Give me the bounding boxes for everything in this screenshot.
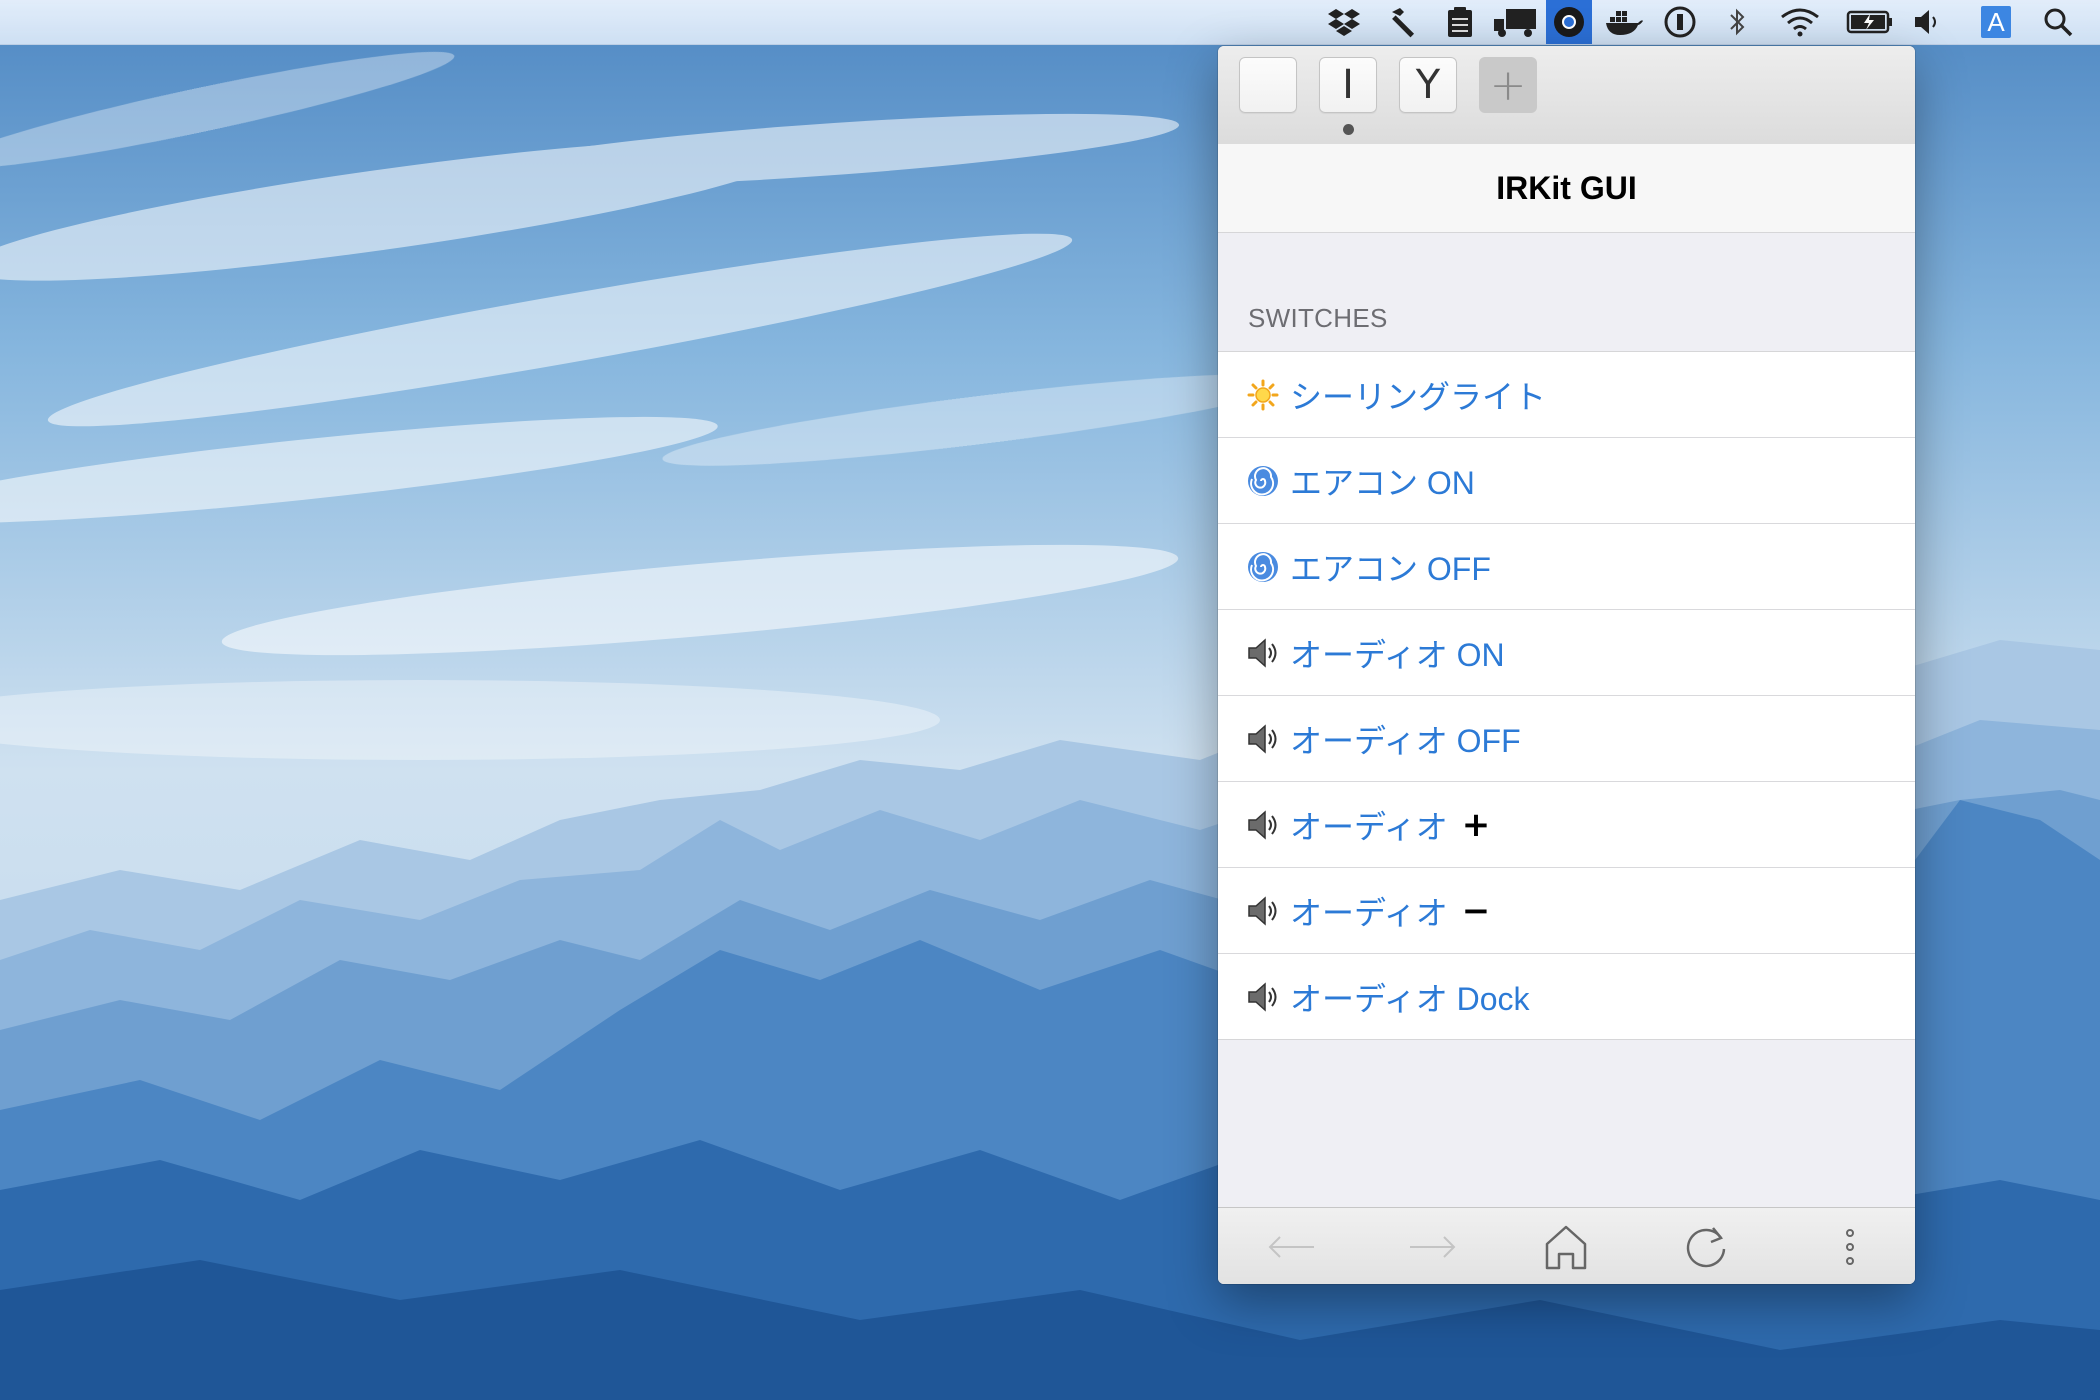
dropbox-icon[interactable] [1318, 4, 1370, 40]
speaker-icon [1246, 808, 1280, 842]
volume-icon[interactable] [1904, 4, 1956, 40]
switch-label: オーディオ OFF [1290, 722, 1521, 759]
wifi-icon[interactable] [1774, 4, 1826, 40]
switch-label: オーディオ ON [1290, 636, 1505, 673]
switch-label: オーディオ [1290, 808, 1448, 845]
back-arrow-icon[interactable] [1262, 1222, 1322, 1272]
onepassword-icon[interactable] [1654, 4, 1706, 40]
input-source-label: A [1981, 6, 2011, 38]
bottom-navigation-bar [1218, 1207, 1915, 1284]
add-tab-button[interactable]: + [1479, 57, 1537, 113]
sun-icon [1246, 378, 1280, 412]
minus-symbol: − [1461, 890, 1491, 931]
input-source-icon[interactable]: A [1970, 4, 2022, 40]
more-icon[interactable] [1820, 1222, 1880, 1272]
page-title: IRKit GUI [1218, 144, 1915, 233]
switch-item-audio-off[interactable]: オーディオ OFF [1218, 696, 1915, 782]
active-tab-indicator [1343, 124, 1354, 135]
irkit-popover-window: I Y + IRKit GUI SWITCHES シーリングライト エアコン O… [1218, 46, 1915, 1284]
cyclone-icon [1246, 464, 1280, 498]
spotlight-icon[interactable] [2032, 4, 2084, 40]
switch-item-audio-volume-up[interactable]: オーディオ + [1218, 782, 1915, 868]
speaker-icon [1246, 722, 1280, 756]
switch-item-audio-volume-down[interactable]: オーディオ − [1218, 868, 1915, 954]
tab-toolbar: I Y + [1218, 46, 1915, 145]
docker-icon[interactable] [1598, 4, 1650, 40]
switches-list: シーリングライト エアコン ON エアコン OFF オーディオ ON オーディオ… [1218, 351, 1915, 1040]
hammer-icon[interactable] [1378, 4, 1430, 40]
battery-icon[interactable] [1844, 4, 1896, 40]
speaker-icon [1246, 636, 1280, 670]
plus-symbol: + [1461, 804, 1491, 845]
tab-i[interactable]: I [1319, 57, 1377, 113]
section-header-switches: SWITCHES [1248, 303, 1388, 333]
switch-label: シーリングライト [1290, 378, 1547, 415]
switch-label: エアコン ON [1290, 464, 1475, 501]
switch-label: オーディオ [1290, 894, 1448, 931]
home-icon[interactable] [1536, 1222, 1596, 1272]
switch-item-ceiling-light[interactable]: シーリングライト [1218, 352, 1915, 438]
cyclone-icon [1246, 550, 1280, 584]
menu-bar: A [0, 0, 2100, 45]
truck-icon[interactable] [1490, 4, 1542, 40]
desktop-wallpaper: A I Y + IRKit GUI SWITCHES シーリングライト エアコン… [0, 0, 2100, 1400]
forward-arrow-icon[interactable] [1402, 1222, 1462, 1272]
chrome-icon[interactable] [1546, 0, 1592, 44]
tab-y[interactable]: Y [1399, 57, 1457, 113]
switch-item-aircon-off[interactable]: エアコン OFF [1218, 524, 1915, 610]
reload-icon[interactable] [1676, 1222, 1736, 1272]
speaker-icon [1246, 980, 1280, 1014]
clipboard-icon[interactable] [1434, 4, 1486, 40]
speaker-icon [1246, 894, 1280, 928]
switch-label: エアコン OFF [1290, 550, 1491, 587]
switch-item-audio-on[interactable]: オーディオ ON [1218, 610, 1915, 696]
tab-blank[interactable] [1239, 57, 1297, 113]
switch-item-aircon-on[interactable]: エアコン ON [1218, 438, 1915, 524]
switch-label: オーディオ Dock [1290, 980, 1530, 1017]
switch-item-audio-dock[interactable]: オーディオ Dock [1218, 954, 1915, 1039]
bluetooth-icon[interactable] [1712, 4, 1764, 40]
